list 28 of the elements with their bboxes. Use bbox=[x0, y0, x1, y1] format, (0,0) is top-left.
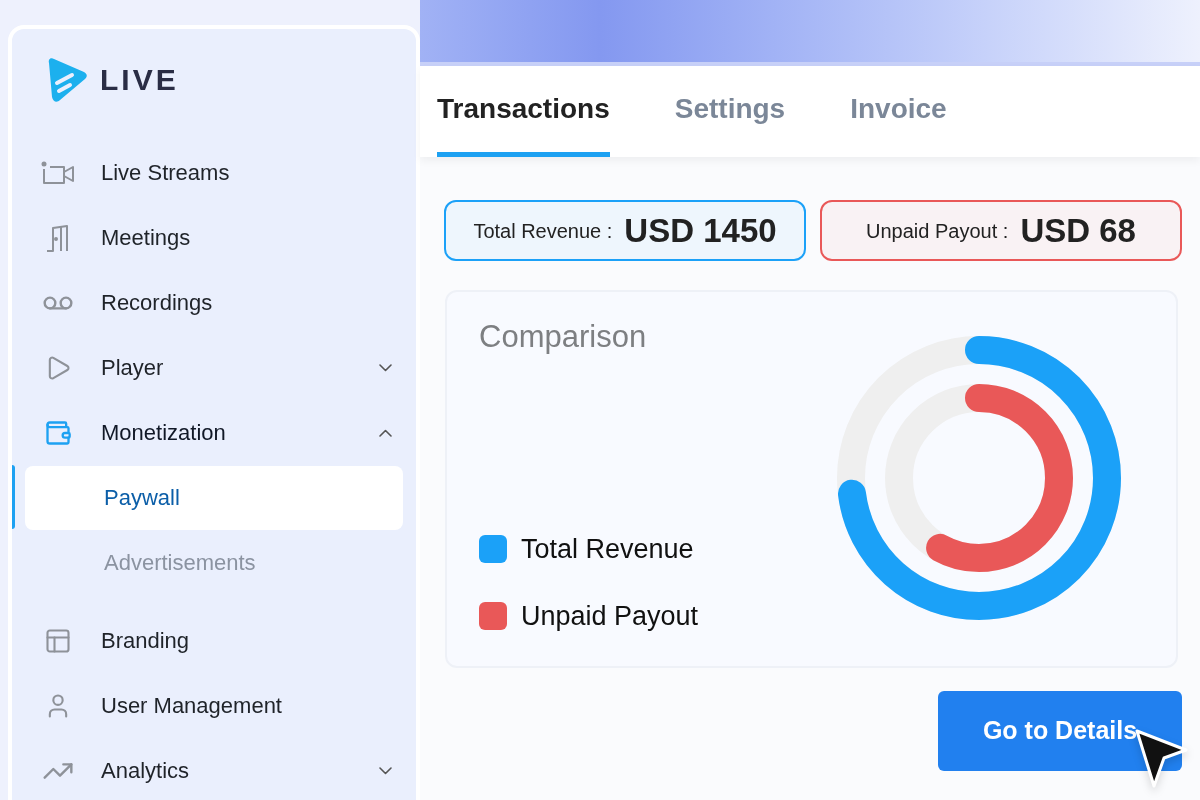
wallet-icon bbox=[44, 418, 72, 447]
legend-label: Unpaid Payout bbox=[521, 599, 699, 633]
submenu-item[interactable]: Paywall bbox=[25, 465, 403, 530]
sidebar-item[interactable]: Live Streams bbox=[12, 140, 416, 205]
selection-indicator bbox=[12, 465, 15, 529]
tab[interactable]: Invoice bbox=[850, 66, 947, 157]
legend-label: Total Revenue bbox=[521, 533, 694, 566]
stat-label: Total Revenue : bbox=[473, 218, 613, 244]
stat-label: Unpaid Payout : bbox=[866, 218, 1009, 244]
sidebar-item[interactable]: Branding bbox=[12, 608, 416, 673]
tab[interactable]: Settings bbox=[674, 66, 786, 157]
logo-text: LIVE bbox=[100, 62, 179, 98]
sidebar-item[interactable]: User Management bbox=[12, 673, 416, 738]
sidebar-item[interactable]: Analytics bbox=[12, 738, 416, 800]
chart-title: Comparison bbox=[479, 318, 648, 356]
sidebar-item[interactable]: Meetings bbox=[12, 205, 416, 270]
chevron-down-icon bbox=[379, 766, 392, 775]
chevron-up-icon bbox=[379, 428, 392, 437]
sidebar-item[interactable]: Player bbox=[12, 335, 416, 400]
tab[interactable]: Transactions bbox=[437, 66, 610, 157]
stat-value: USD 1450 bbox=[624, 210, 777, 251]
stat-value: USD 68 bbox=[1020, 210, 1136, 251]
layout-icon bbox=[44, 626, 72, 655]
logo-icon bbox=[48, 56, 88, 103]
video-camera-icon bbox=[41, 160, 75, 185]
sidebar-item[interactable]: Recordings bbox=[12, 270, 416, 335]
chevron-down-icon bbox=[379, 363, 392, 372]
sidebar-item[interactable]: Monetization bbox=[12, 400, 416, 465]
